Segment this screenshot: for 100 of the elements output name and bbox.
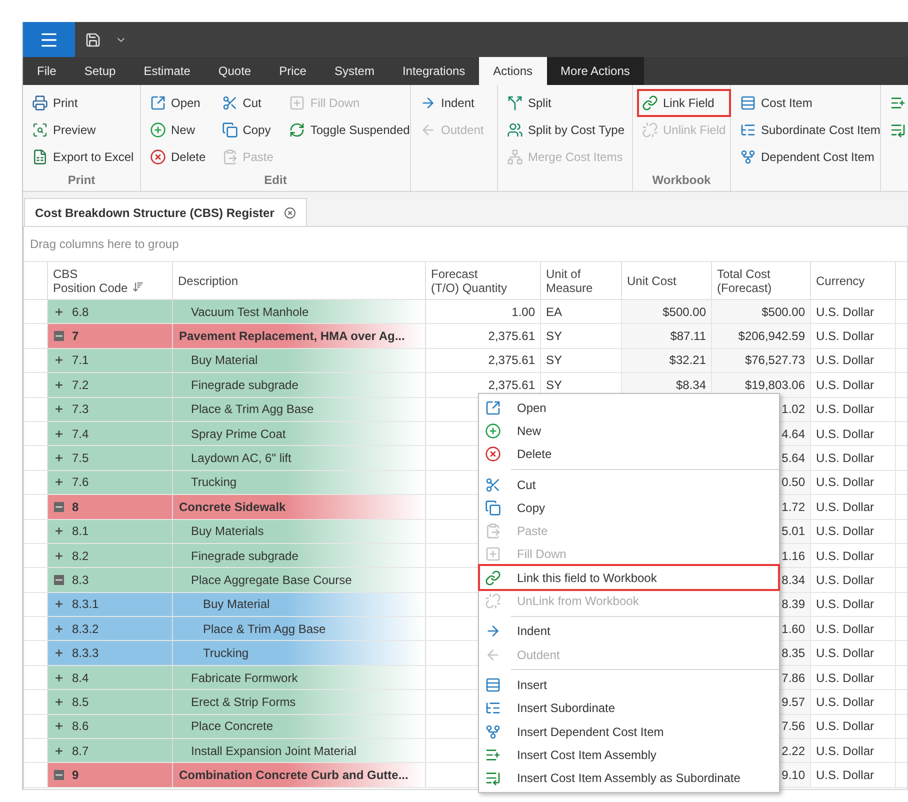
ribbon-button[interactable]: Copy — [218, 118, 276, 142]
expand-icon[interactable] — [54, 746, 64, 756]
ribbon-tab[interactable]: Estimate — [130, 57, 204, 85]
column-header[interactable]: Forecast (T/O) Quantity — [426, 262, 541, 299]
save-icon[interactable] — [85, 32, 101, 48]
column-header[interactable]: Currency — [811, 262, 896, 299]
menu-item[interactable]: Insert Subordinate — [480, 696, 778, 720]
link-icon — [485, 570, 501, 586]
table-cell-text: SY — [546, 328, 562, 346]
expand-icon[interactable] — [54, 355, 64, 366]
ribbon-button[interactable]: Export to Excel — [29, 145, 137, 170]
hierarchy-icon — [507, 149, 523, 166]
ribbon-button[interactable]: Indent — [417, 90, 491, 115]
table-cell-text: U.S. Dollar — [816, 352, 874, 370]
menu-item[interactable]: New — [480, 419, 778, 443]
ribbon-tab[interactable]: More Actions — [546, 57, 644, 85]
ribbon-tab[interactable]: File — [23, 57, 70, 85]
position-code: 8.2 — [72, 548, 89, 565]
ribbon-button[interactable]: Subordinate Cost Item — [737, 118, 884, 142]
refresh-icon — [289, 122, 306, 138]
expand-icon[interactable] — [54, 599, 64, 610]
collapse-icon[interactable] — [54, 502, 64, 512]
list-icon — [890, 94, 906, 111]
expand-icon[interactable] — [54, 380, 64, 390]
ribbon-button[interactable]: Link Field — [639, 90, 729, 115]
paste-icon — [222, 149, 238, 166]
close-icon[interactable] — [284, 206, 296, 218]
sort-icon[interactable] — [132, 281, 144, 293]
table-cell-text: U.S. Dollar — [816, 328, 874, 346]
expand-icon[interactable] — [54, 696, 64, 707]
column-header[interactable]: Description — [173, 262, 426, 299]
table-cell-text: 2.22 — [782, 742, 805, 760]
ribbon-button[interactable]: Toggle Suspended — [286, 118, 413, 142]
table-cell-text: $87.11 — [670, 328, 706, 346]
table-cell: Spray Prime Coat — [173, 422, 426, 446]
ribbon-tab[interactable]: System — [320, 57, 388, 85]
table-cell: Trucking — [173, 641, 426, 665]
ribbon-tab[interactable]: Actions — [479, 57, 547, 85]
column-header[interactable]: Total Cost (Forecast) — [712, 262, 811, 299]
menu-item[interactable]: Copy — [480, 496, 778, 520]
expand-icon[interactable] — [54, 477, 64, 488]
ribbon-tab[interactable]: Setup — [70, 57, 130, 85]
expand-icon[interactable] — [54, 550, 64, 561]
expand-icon[interactable] — [54, 624, 64, 634]
table-cell-text: 7.56 — [782, 718, 805, 736]
column-header[interactable]: Unit of Measure — [541, 262, 622, 299]
ribbon-button[interactable]: Print — [29, 90, 137, 115]
ribbon-button[interactable]: Split — [504, 90, 628, 115]
menu-item[interactable]: Cut — [480, 472, 778, 496]
ribbon-button[interactable]: Split by Cost Type — [504, 118, 628, 142]
ribbon-button[interactable]: Open — [147, 90, 209, 115]
position-code: 8.3.1 — [72, 596, 99, 614]
menu-item[interactable]: Insert Cost Item Assembly — [480, 743, 778, 766]
open-icon — [485, 400, 501, 416]
ribbon-button[interactable]: Preview — [29, 118, 137, 142]
expand-icon[interactable] — [54, 721, 64, 732]
menu-item[interactable]: Delete — [480, 442, 778, 466]
table-cell-text: U.S. Dollar — [816, 401, 874, 418]
ribbon-button[interactable]: Cost Item — [737, 90, 884, 115]
menu-item[interactable]: Link this field to Workbook — [480, 566, 778, 590]
ribbon-button[interactable]: Dependent Cost Item — [737, 145, 884, 170]
expand-icon[interactable] — [54, 306, 64, 317]
menu-item[interactable]: Insert — [480, 673, 778, 697]
collapse-icon[interactable] — [54, 574, 64, 585]
ribbon-tab[interactable]: Price — [265, 57, 320, 85]
expand-icon[interactable] — [54, 672, 64, 683]
document-tab[interactable]: Cost Breakdown Structure (CBS) Register — [24, 198, 308, 226]
menu-item[interactable]: Insert Dependent Cost Item — [480, 720, 778, 744]
menu-button[interactable] — [23, 22, 75, 57]
ribbon-group-label: Edit — [263, 172, 288, 189]
expand-icon[interactable] — [54, 453, 64, 464]
ribbon-tab[interactable]: Integrations — [388, 57, 480, 85]
column-header[interactable]: CBS Position Code — [48, 262, 173, 299]
collapse-icon[interactable] — [54, 770, 64, 780]
ribbon-tab[interactable]: Quote — [204, 57, 266, 85]
ribbon-button[interactable]: Delete — [147, 145, 209, 170]
table-cell-text: $206,942.59 — [738, 328, 805, 346]
expand-icon[interactable] — [54, 404, 64, 414]
table-cell: Install Expansion Joint Material — [173, 739, 426, 762]
scissors-icon — [222, 94, 238, 111]
expand-icon[interactable] — [54, 526, 64, 536]
ribbon-button[interactable]: New — [147, 118, 209, 142]
menu-item[interactable]: Insert Cost Item Assembly as Subordinate — [480, 766, 778, 790]
plus-circle-icon — [150, 122, 166, 138]
collapse-icon[interactable] — [54, 331, 64, 342]
position-code: 7.6 — [72, 474, 89, 492]
menu-item[interactable]: Indent — [480, 620, 778, 643]
position-code: 7 — [72, 328, 79, 346]
column-header[interactable]: Unit Cost — [622, 262, 712, 299]
expand-icon[interactable] — [54, 648, 64, 658]
position-code: 7.5 — [72, 450, 89, 468]
table-cell-text: 1.16 — [782, 548, 805, 565]
table-cell-text: U.S. Dollar — [816, 718, 874, 736]
ribbon-button[interactable]: Cut — [218, 90, 276, 115]
menu-item[interactable]: Open — [480, 396, 778, 420]
position-code: 8.1 — [72, 523, 89, 540]
table-cell-text: 8.39 — [782, 596, 805, 614]
table-cell: Combination Concrete Curb and Gutte... — [173, 763, 426, 787]
table-cell-text: U.S. Dollar — [816, 376, 874, 394]
expand-icon[interactable] — [54, 428, 64, 439]
